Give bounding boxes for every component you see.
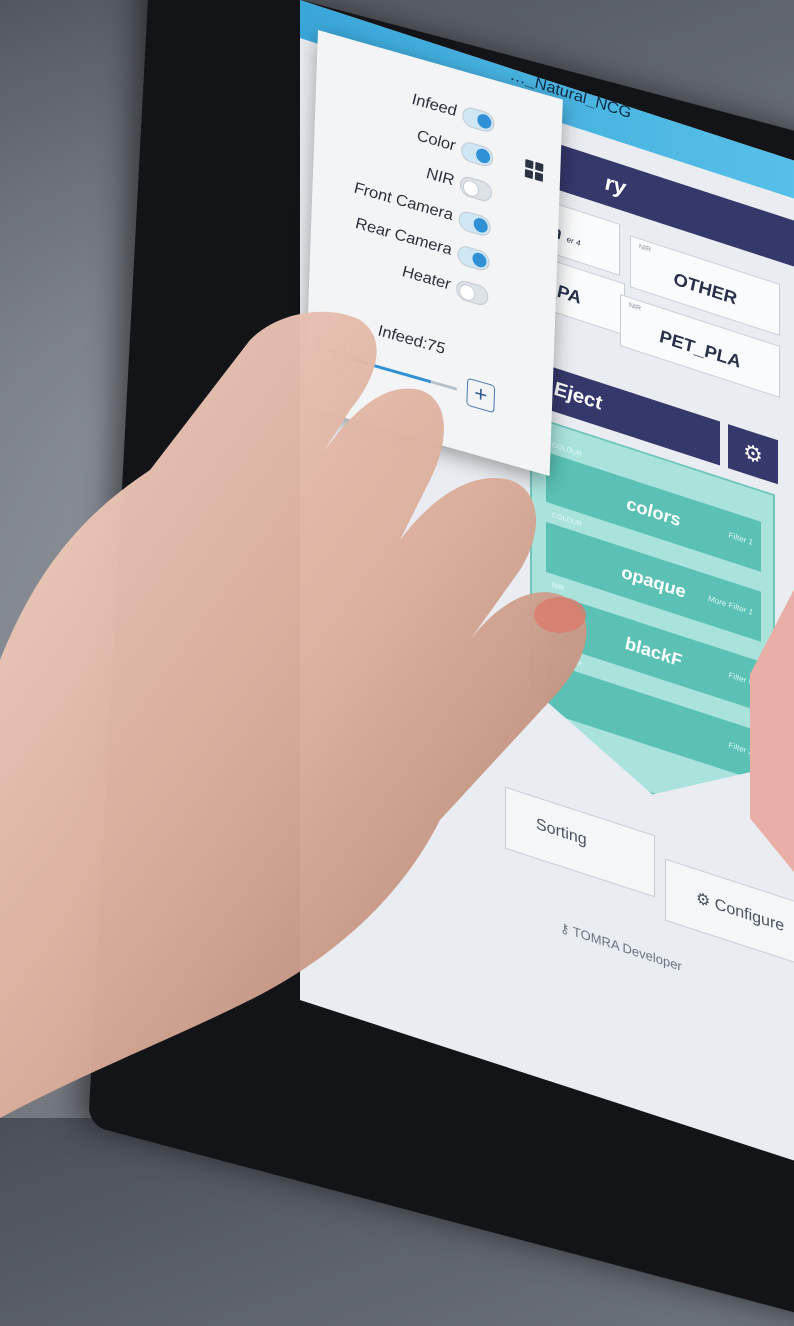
- nir-toggle[interactable]: [459, 174, 493, 204]
- color-toggle[interactable]: [460, 139, 494, 169]
- toggle-label: Color: [416, 127, 456, 155]
- material-tag: NIR: [629, 301, 642, 313]
- toggle-popup: Infeed Color NIR Front Camera Rear Camer…: [304, 30, 563, 477]
- material-tile-label: PET_PLA: [659, 325, 741, 373]
- footer-label: TOMRA Developer: [572, 923, 682, 975]
- front-camera-toggle[interactable]: [458, 209, 492, 239]
- infeed-value-label: Infeed:75: [377, 322, 446, 359]
- eject-row-sub: More Filter 1: [708, 593, 753, 618]
- infeed-slider[interactable]: [351, 357, 457, 391]
- configure-button[interactable]: ⚙ Configure: [665, 858, 794, 970]
- configure-button-label: Configure: [714, 895, 785, 936]
- infeed-slider-fill: [351, 357, 431, 384]
- eject-row-tag: NIR: [552, 581, 565, 593]
- minus-button[interactable]: −: [316, 335, 346, 371]
- footer[interactable]: ⚷ TOMRA Developer: [560, 919, 682, 975]
- gear-icon[interactable]: ⚙: [728, 424, 778, 485]
- toggle-label: Infeed: [411, 90, 457, 121]
- sorting-button[interactable]: Sorting: [505, 786, 655, 898]
- toggle-label: NIR: [426, 164, 455, 190]
- heater-toggle[interactable]: [455, 278, 489, 308]
- plus-button[interactable]: +: [466, 377, 496, 414]
- rear-camera-toggle[interactable]: [457, 243, 490, 273]
- eject-row-sub: Filter 2: [728, 740, 753, 758]
- sorting-button-label: Sorting: [536, 815, 587, 850]
- wrench-icon: ⚙: [696, 889, 715, 913]
- material-tag: NIR: [639, 243, 652, 255]
- eject-row-tag: COLOUR: [552, 511, 582, 529]
- eject-row-tag: COLOUR: [552, 651, 582, 669]
- eject-row-tag: COLOUR: [552, 441, 582, 459]
- eject-row-sub: Filter 1: [728, 530, 753, 548]
- eject-row-label: blackF: [624, 632, 683, 672]
- material-tile-sub: er 4: [566, 234, 581, 249]
- key-icon: ⚷: [560, 919, 573, 939]
- eject-row-sub: Filter 5: [728, 670, 753, 688]
- material-tile-label: OTHER: [673, 268, 737, 309]
- infeed-toggle[interactable]: [462, 105, 495, 135]
- eject-panel: COLOUR colors Filter 1 COLOUR opaque Mor…: [530, 415, 775, 835]
- toggle-label: Heater: [402, 263, 451, 294]
- eject-row-label: opaque: [621, 561, 686, 603]
- eject-row-label: colors: [626, 493, 681, 531]
